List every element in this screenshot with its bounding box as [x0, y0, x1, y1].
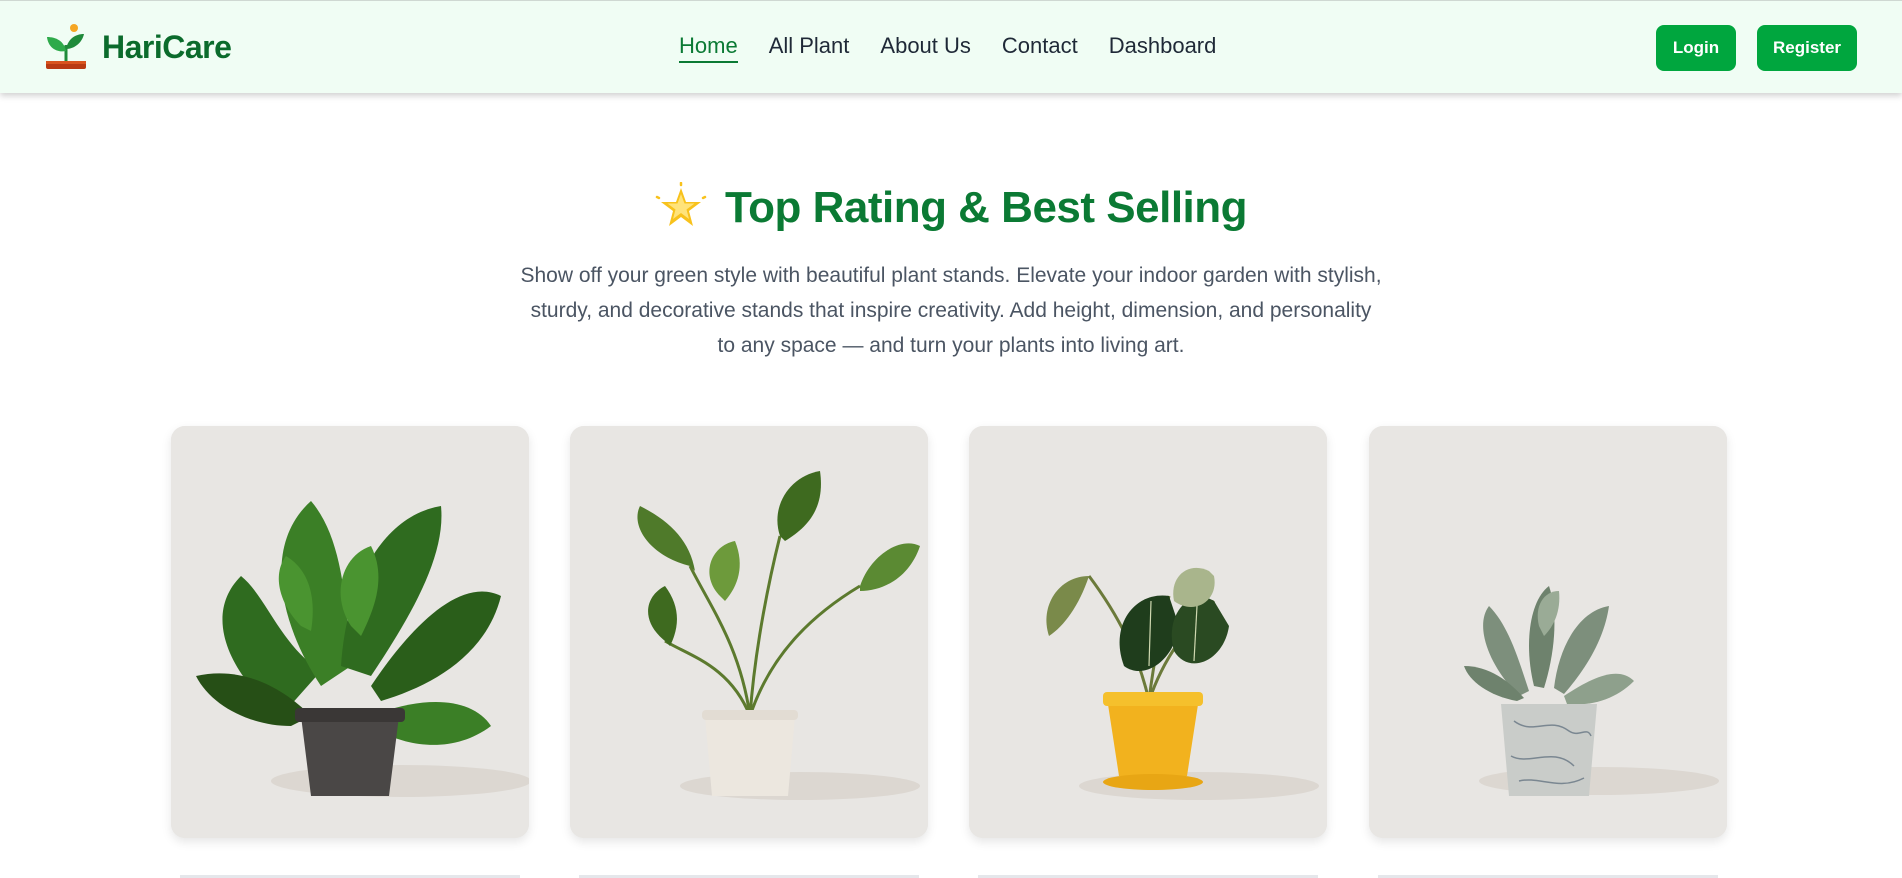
nav-link-about-us[interactable]: About Us [880, 31, 971, 63]
nav-link-home[interactable]: Home [679, 31, 738, 63]
product-card-image[interactable] [1369, 426, 1727, 838]
product-card-image[interactable] [171, 426, 529, 838]
product-card-image[interactable] [969, 426, 1327, 838]
login-button[interactable]: Login [1656, 25, 1736, 71]
product-card-image[interactable] [570, 426, 928, 838]
anthurium-plant-image [969, 426, 1327, 838]
silver-plant-image [1369, 426, 1727, 838]
nav-link-all-plant[interactable]: All Plant [769, 31, 850, 63]
nav-link-contact[interactable]: Contact [1002, 31, 1078, 63]
section-description: Show off your green style with beautiful… [520, 264, 1382, 357]
section-title: Top Rating & Best Selling [724, 183, 1248, 232]
section-heading: Top Rating & Best Selling [0, 181, 1902, 234]
brand-name: HariCare [102, 28, 232, 65]
monstera-plant-image [171, 426, 529, 838]
navbar: HariCare Home All Plant About Us Contact… [0, 0, 1902, 93]
nav-link-dashboard[interactable]: Dashboard [1109, 31, 1217, 63]
main-nav: Home All Plant About Us Contact Dashboar… [679, 31, 1247, 63]
brand[interactable]: HariCare [44, 23, 232, 71]
register-button[interactable]: Register [1757, 25, 1857, 71]
sprout-pot-icon [44, 23, 88, 71]
alocasia-plant-image [570, 426, 928, 838]
glowing-star-icon [655, 181, 707, 234]
